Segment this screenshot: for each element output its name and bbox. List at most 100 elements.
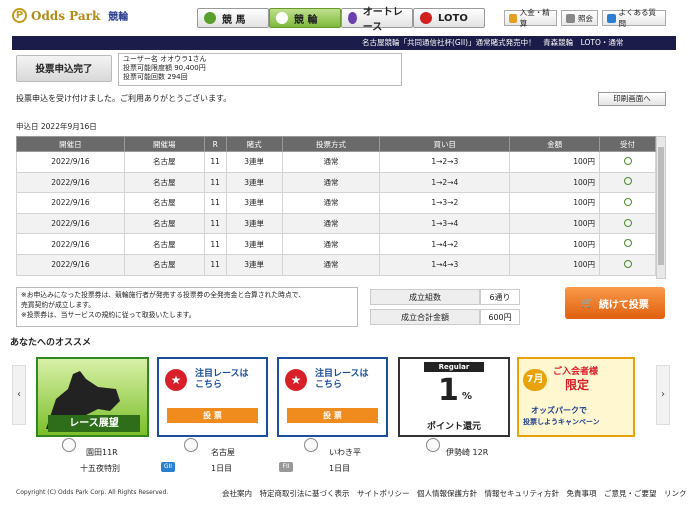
table-cell: 通常 — [281, 253, 381, 276]
accepted-circle-icon — [623, 218, 632, 227]
status-box: 投票申込完了 — [16, 55, 112, 82]
table-cell: 1→4→3 — [379, 253, 511, 276]
print-button[interactable]: 印刷画面へ — [598, 92, 666, 106]
card-vote-button[interactable]: 投 票 — [167, 408, 258, 423]
footer-links[interactable]: 会社案内 特定商取引法に基づく表示 サイトポリシー 個人情報保護方針 情報セキュ… — [222, 488, 687, 499]
auto-race-icon — [426, 438, 440, 452]
accepted-circle-icon — [623, 197, 632, 206]
total-label: 成立合計金額 — [370, 309, 480, 325]
accepted-cell — [599, 171, 656, 194]
table-cell: 100円 — [509, 253, 601, 276]
user-count: 投票可能回数 294回 — [123, 73, 188, 81]
count-label: 成立組数 — [370, 289, 480, 305]
card-point-return[interactable]: Regular 1 % ポイント還元 — [398, 357, 510, 437]
tab-label: 競 輪 — [294, 14, 318, 26]
card-featured-race-1[interactable]: ★ 注目レースは こちら 投 票 — [157, 357, 268, 437]
race-venue: いわき平 — [329, 448, 361, 457]
table-cell: 100円 — [509, 192, 601, 214]
card-regular-label: Regular — [424, 362, 484, 372]
table-row: 2022/9/16 名古屋 11 3連単 通常 1→2→3 100円 — [16, 151, 656, 173]
accepted-cell — [599, 233, 656, 255]
tab-label: LOTO — [438, 12, 468, 24]
doc-icon — [566, 13, 575, 23]
table-row: 2022/9/16 名古屋 11 3連単 通常 1→2→4 100円 — [16, 171, 656, 194]
news-ticker[interactable]: 名古屋競輪「共同通信社杯(GII)」通常賭式発売中！ 青森競輪 LOTO・通常 — [12, 36, 676, 50]
race-name: 十五夜特別 — [80, 464, 120, 473]
note-line: ※投票券は、当サービスの規約に従って取扱いたします。 — [21, 311, 196, 319]
notes-box: ※お申込みになった投票券は、競輪施行者が発売する投票券の全発売金と合算された時点… — [16, 287, 358, 327]
star-icon: ★ — [165, 369, 187, 391]
table-cell: 1→4→2 — [379, 233, 511, 255]
accepted-cell — [599, 212, 656, 235]
table-row: 2022/9/16 名古屋 11 3連単 通常 1→4→2 100円 — [16, 233, 656, 255]
card-title: 注目レースは こちら — [315, 369, 369, 390]
continue-label: 続けて投票 — [598, 299, 649, 311]
apply-date: 申込日 2022年9月16日 — [16, 122, 97, 131]
tab-keirin[interactable]: 競 輪 — [269, 8, 341, 28]
race-venue: 園田11R — [86, 448, 118, 457]
confirm-message: 投票申込を受け付けました。ご利用ありがとうございます。 — [16, 94, 232, 103]
horse-icon — [204, 12, 216, 24]
card-vote-button[interactable]: 投 票 — [287, 408, 378, 423]
continue-bet-button[interactable]: 🛒 続けて投票 — [565, 287, 665, 319]
grade-badge: FII — [279, 462, 293, 472]
campaign-line3: オッズパークで — [531, 406, 587, 415]
table-cell: 11 — [203, 233, 227, 255]
table-cell: 名古屋 — [123, 192, 205, 214]
card-campaign[interactable]: 7月 ご入会者様 限定 オッズパークで 投票しようキャンペーン — [517, 357, 635, 437]
tab-label: 競 馬 — [222, 14, 246, 26]
table-cell: 11 — [203, 151, 227, 173]
card-race-preview[interactable]: レース展望 — [36, 357, 149, 437]
table-cell: 11 — [203, 212, 227, 235]
carousel-prev-button[interactable]: ‹ — [12, 365, 26, 425]
table-cell: 11 — [203, 171, 227, 194]
accepted-cell — [599, 192, 656, 214]
table-cell: 100円 — [509, 233, 601, 255]
card-featured-race-2[interactable]: ★ 注目レースは こちら 投 票 — [277, 357, 388, 437]
campaign-month: 7月 — [523, 369, 547, 391]
col-header: 開催日 — [16, 136, 125, 152]
race-name: 1日目 — [211, 464, 233, 473]
accepted-circle-icon — [623, 239, 632, 248]
accepted-circle-icon — [623, 177, 632, 186]
tab-autorace[interactable]: オートレース — [341, 7, 413, 33]
logo-text: Odds Park — [31, 8, 101, 23]
table-cell: 2022/9/16 — [16, 192, 125, 214]
col-header: 受付 — [599, 136, 656, 152]
inquiry-button[interactable]: 照会 — [561, 10, 598, 26]
cart-icon: 🛒 — [581, 297, 594, 309]
table-cell: 通常 — [281, 192, 381, 214]
tab-keiba[interactable]: 競 馬 — [197, 8, 269, 28]
card-big-number: 1 — [438, 373, 459, 408]
race-venue: 伊勢崎 12R — [446, 448, 489, 457]
table-scrollbar[interactable] — [656, 136, 666, 279]
table-cell: 3連単 — [225, 233, 283, 255]
auto-race-icon — [348, 12, 357, 24]
total-value: 600円 — [480, 309, 520, 325]
logo-p-icon: P — [12, 8, 27, 23]
table-row: 2022/9/16 名古屋 11 3連単 通常 1→3→4 100円 — [16, 212, 656, 235]
table-cell: 3連単 — [225, 212, 283, 235]
yen-icon — [509, 13, 517, 23]
table-cell: 100円 — [509, 212, 601, 235]
table-cell: 通常 — [281, 212, 381, 235]
table-cell: 100円 — [509, 151, 601, 173]
table-cell: 3連単 — [225, 192, 283, 214]
tab-loto[interactable]: LOTO — [413, 8, 485, 28]
accepted-cell — [599, 253, 656, 276]
table-cell: 11 — [203, 192, 227, 214]
col-header: R — [203, 136, 227, 152]
campaign-line2: 限定 — [565, 378, 590, 392]
faq-button[interactable]: よくある質問 — [602, 8, 666, 28]
carousel-next-button[interactable]: › — [656, 365, 670, 425]
table-cell: 2022/9/16 — [16, 151, 125, 173]
table-cell: 3連単 — [225, 171, 283, 194]
user-limit: 投票可能限度額 90,400円 — [123, 64, 206, 72]
table-cell: 3連単 — [225, 151, 283, 173]
card-race-preview-label: レース展望 — [48, 415, 140, 432]
scroll-thumb[interactable] — [658, 147, 664, 265]
note-line: ※お申込みになった投票券は、競輪施行者が発売する投票券の全発売金と合算された時点… — [21, 291, 306, 299]
site-logo[interactable]: P Odds Park 競輪 — [12, 8, 128, 23]
deposit-button[interactable]: 入金・精算 — [504, 8, 557, 28]
grade-badge: GII — [161, 462, 175, 472]
